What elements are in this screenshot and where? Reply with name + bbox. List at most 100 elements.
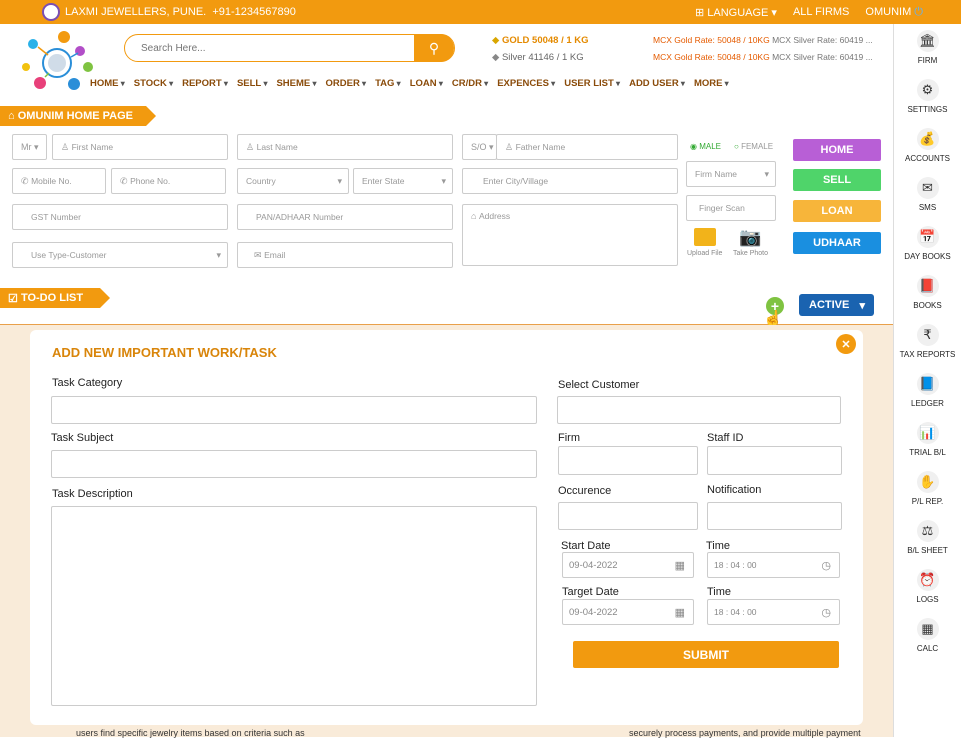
modal-title: ADD NEW IMPORTANT WORK/TASK	[52, 345, 277, 360]
occurence-input[interactable]	[558, 502, 698, 530]
books-icon: 📕	[916, 275, 939, 297]
language-menu[interactable]: ⊞ LANGUAGE ▾	[695, 6, 777, 19]
city-input[interactable]: Enter City/Village	[462, 168, 678, 194]
target-time-input[interactable]: 18 : 04 : 00 ◷	[707, 599, 840, 625]
finger-scan-input[interactable]: Finger Scan	[686, 195, 776, 221]
phone-icon: ✆	[21, 175, 29, 186]
right-sidebar: 🏛 FIRM ⚙ SETTINGS 💰 ACCOUNTS ✉ SMS 📅 DAY BOOKS 📕 BO…	[893, 24, 961, 737]
target-date-input[interactable]: 09-04-2022 ▦	[562, 599, 694, 625]
pan-input[interactable]: PAN/ADHAAR Number	[237, 204, 453, 230]
active-filter-select[interactable]: ACTIVE ▾	[799, 294, 874, 316]
upload-file-button[interactable]: Upload File	[687, 228, 722, 257]
target-time-label: Time	[707, 586, 732, 598]
task-subject-input[interactable]	[51, 450, 537, 478]
task-description-textarea[interactable]	[51, 506, 537, 706]
gst-input[interactable]: GST Number	[12, 204, 228, 230]
sidebar-item-label: CALC	[916, 644, 939, 653]
chevron-down-icon: ▾	[337, 175, 342, 186]
sidebar-item-label: P/L REP.	[911, 497, 944, 506]
nav-item-tag[interactable]: TAG	[375, 78, 401, 89]
all-firms-link[interactable]: ALL FIRMS	[793, 6, 849, 18]
gender-male-radio[interactable]: ◉ MALE	[690, 142, 721, 151]
first-name-input[interactable]: ♙ First Name	[52, 134, 228, 160]
state-select[interactable]: Enter State ▾	[353, 168, 453, 194]
sidebar-item-day-books[interactable]: 📅 DAY BOOKS	[894, 226, 961, 269]
power-icon: ⏻	[914, 5, 923, 18]
sidebar-item-books[interactable]: 📕 BOOKS	[894, 275, 961, 318]
sidebar-item-label: BOOKS	[913, 301, 942, 310]
loan-button[interactable]: LOAN	[793, 200, 881, 222]
sidebar-item-p-l-rep-[interactable]: ✋ P/L REP.	[894, 471, 961, 514]
email-input[interactable]: ✉ Email	[237, 242, 453, 268]
gender-female-radio[interactable]: ○ FEMALE	[734, 142, 773, 151]
nav-item-cr-dr[interactable]: CR/DR	[452, 78, 488, 89]
udhaar-button[interactable]: UDHAAR	[793, 232, 881, 254]
nav-item-sell[interactable]: SELL	[237, 78, 268, 89]
sidebar-item-logs[interactable]: ⏰ LOGS	[894, 569, 961, 612]
shop-info: LAXMI JEWELLERS, PUNE. +91-1234567890	[42, 3, 296, 21]
start-date-input[interactable]: 09-04-2022 ▦	[562, 552, 694, 578]
nav-item-sheme[interactable]: SHEME	[276, 78, 316, 89]
sidebar-item-settings[interactable]: ⚙ SETTINGS	[894, 79, 961, 122]
calendar-icon: ▦	[674, 606, 685, 619]
submit-button[interactable]: SUBMIT	[573, 641, 839, 668]
start-time-input[interactable]: 18 : 04 : 00 ◷	[707, 552, 840, 578]
sidebar-item-b-l-sheet[interactable]: ⚖ B/L SHEET	[894, 520, 961, 563]
sidebar-item-trial-b-l[interactable]: 📊 TRIAL B/L	[894, 422, 961, 465]
sidebar-item-label: FIRM	[917, 56, 938, 65]
nav-item-stock[interactable]: STOCK	[134, 78, 173, 89]
search-icon: ⚲	[428, 39, 440, 56]
sms-icon: ✉	[916, 177, 939, 199]
user-menu[interactable]: OMUNIM ⏻	[865, 6, 923, 19]
sidebar-item-label: B/L SHEET	[907, 546, 948, 555]
user-icon: ♙	[61, 141, 70, 152]
p-l-rep--icon: ✋	[916, 471, 939, 493]
sidebar-item-firm[interactable]: 🏛 FIRM	[894, 30, 961, 73]
last-name-input[interactable]: ♙ Last Name	[237, 134, 453, 160]
close-icon: ✕	[841, 338, 851, 351]
sidebar-item-sms[interactable]: ✉ SMS	[894, 177, 961, 220]
sell-button[interactable]: SELL	[793, 169, 881, 191]
firm-name-select[interactable]: Firm Name ▾	[686, 161, 776, 187]
nav-item-loan[interactable]: LOAN	[410, 78, 443, 89]
notification-input[interactable]	[707, 502, 842, 530]
shop-phone: +91-1234567890	[212, 6, 296, 18]
chevron-down-icon: ▾	[764, 168, 769, 179]
phone-input[interactable]: ✆ Phone No.	[111, 168, 226, 194]
header: ⚲ ◆ GOLD 50048 / 1 KG ◆ Silver 41146 / 1…	[0, 24, 893, 104]
nav-item-user-list[interactable]: USER LIST	[564, 78, 620, 89]
sidebar-item-ledger[interactable]: 📘 LEDGER	[894, 373, 961, 416]
calendar-icon: ▦	[674, 559, 685, 572]
select-customer-input[interactable]	[557, 396, 841, 424]
search-input[interactable]	[141, 42, 414, 54]
phone-icon: ✆	[120, 175, 128, 186]
father-name-input[interactable]: ♙ Father Name	[496, 134, 678, 160]
nav-item-home[interactable]: HOME	[90, 78, 125, 89]
nav-item-order[interactable]: ORDER	[326, 78, 367, 89]
home-button[interactable]: HOME	[793, 139, 881, 161]
mcx-rates: MCX Gold Rate: 50048 / 10KG MCX Silver R…	[653, 32, 873, 66]
sidebar-item-tax-reports[interactable]: ₹ TAX REPORTS	[894, 324, 961, 367]
close-button[interactable]: ✕	[836, 334, 856, 354]
gold-rate: GOLD 50048 / 1 KG	[501, 35, 589, 46]
title-select[interactable]: Mr ▾	[12, 134, 47, 160]
nav-item-expences[interactable]: EXPENCES	[497, 78, 555, 89]
mcx-gold-rate: MCX Gold Rate: 50048 / 10KG	[653, 52, 770, 62]
shop-avatar	[42, 3, 60, 21]
nav-item-report[interactable]: REPORT	[182, 78, 228, 89]
take-photo-button[interactable]: 📷 Take Photo	[733, 228, 768, 257]
search-button[interactable]: ⚲	[414, 34, 454, 62]
use-type-select[interactable]: Use Type-Customer ▾	[12, 242, 228, 268]
mobile-input[interactable]: ✆ Mobile No.	[12, 168, 106, 194]
relation-select[interactable]: S/O ▾	[462, 134, 497, 160]
staff-id-input[interactable]	[707, 446, 842, 475]
firm-input[interactable]	[558, 446, 698, 475]
country-select[interactable]: Country ▾	[237, 168, 349, 194]
user-icon: ♙	[505, 141, 514, 152]
task-category-input[interactable]	[51, 396, 537, 424]
sidebar-item-accounts[interactable]: 💰 ACCOUNTS	[894, 128, 961, 171]
sidebar-item-calc[interactable]: ▦ CALC	[894, 618, 961, 661]
address-input[interactable]: ⌂ Address	[462, 204, 678, 266]
nav-item-more[interactable]: MORE	[694, 78, 729, 89]
nav-item-add-user[interactable]: ADD USER	[629, 78, 685, 89]
